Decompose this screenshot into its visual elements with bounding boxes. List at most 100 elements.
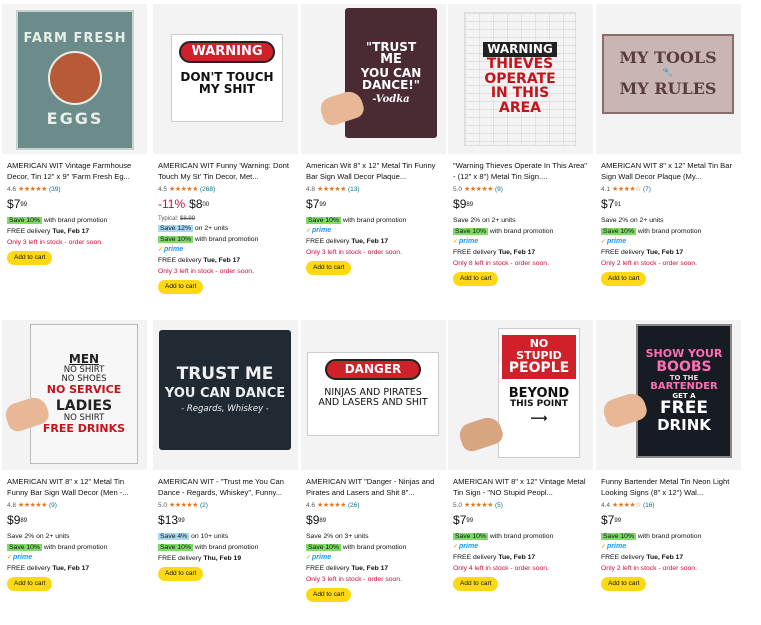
delivery-label: FREE delivery xyxy=(7,565,51,572)
product-image[interactable]: "TRUST ME YOU CAN DANCE!" -Vodka xyxy=(301,4,446,154)
price[interactable]: $1399 xyxy=(158,513,294,531)
price[interactable]: $989 xyxy=(306,513,442,531)
review-count[interactable]: (5) xyxy=(495,502,503,510)
sign-text: YOU CAN DANCE xyxy=(164,386,286,402)
rating-row[interactable]: 4.8 ★★★★★ (9) xyxy=(7,500,143,512)
product-image[interactable]: WARNING THIEVES OPERATE IN THIS AREA xyxy=(448,4,593,154)
product-image[interactable]: MY TOOLS 🔧 MY RULES xyxy=(596,4,741,154)
add-to-cart-button[interactable]: Add to cart xyxy=(158,280,204,294)
price[interactable]: $989 xyxy=(453,197,589,215)
product-card[interactable]: FARM FRESH EGGS AMERICAN WIT Vintage Far… xyxy=(0,4,147,314)
product-title[interactable]: AMERICAN WIT 8" x 12" Metal Tin Bar Sign… xyxy=(601,160,737,182)
product-title[interactable]: AMERICAN WIT 8" x 12" Metal Tin Funny Ba… xyxy=(7,476,143,498)
price-fraction: 89 xyxy=(466,202,474,208)
product-card[interactable]: NO STUPID PEOPLE BEYOND THIS POINT ⟶ AME… xyxy=(446,320,593,620)
sign-red-header: NO STUPID PEOPLE xyxy=(502,335,576,379)
review-count[interactable]: (9) xyxy=(495,186,503,194)
sign-text: MY TOOLS xyxy=(619,48,717,68)
add-to-cart-button[interactable]: Add to cart xyxy=(7,577,53,591)
promo-badge: Save 10% xyxy=(601,533,636,540)
sign-text: THIS POINT xyxy=(510,399,568,410)
rating-row[interactable]: 4.8 ★★★★★ (13) xyxy=(306,184,442,196)
product-card[interactable]: TRUST ME YOU CAN DANCE - Regards, Whiske… xyxy=(151,320,298,620)
product-title[interactable]: AMERICAN WIT 8" x 12" Vintage Metal Tin … xyxy=(453,476,589,498)
delivery-label: FREE delivery xyxy=(7,228,51,235)
product-card[interactable]: MEN NO SHIRT NO SHOES NO SERVICE LADIES … xyxy=(0,320,147,620)
product-card[interactable]: MY TOOLS 🔧 MY RULES AMERICAN WIT 8" x 12… xyxy=(594,4,741,314)
product-image[interactable]: NO STUPID PEOPLE BEYOND THIS POINT ⟶ xyxy=(448,320,593,470)
delivery-date: Tue, Feb 17 xyxy=(351,238,389,245)
price[interactable]: $799 xyxy=(453,513,589,531)
stock-status: Only 4 left in stock - order soon. xyxy=(453,565,549,572)
review-count[interactable]: (13) xyxy=(348,186,360,194)
sign-thieves: WARNING THIEVES OPERATE IN THIS AREA xyxy=(464,12,576,146)
review-count[interactable]: (26) xyxy=(348,502,360,510)
rating-row[interactable]: 5.0 ★★★★★ (5) xyxy=(453,500,589,512)
promo-text: Save 2% xyxy=(7,533,35,540)
product-card[interactable]: SHOW YOUR BOOBS TO THE BARTENDER GET A F… xyxy=(594,320,741,620)
review-count[interactable]: (268) xyxy=(200,186,215,194)
review-count[interactable]: (39) xyxy=(49,186,61,194)
rating-row[interactable]: 4.6 ★★★★★ (26) xyxy=(306,500,442,512)
sign-trust-me-vodka: "TRUST ME YOU CAN DANCE!" -Vodka xyxy=(345,8,437,138)
add-to-cart-button[interactable]: Add to cart xyxy=(601,272,647,286)
price-fraction: 99 xyxy=(20,202,28,208)
add-to-cart-button[interactable]: Add to cart xyxy=(453,272,499,286)
review-count[interactable]: (9) xyxy=(49,502,57,510)
review-count[interactable]: (16) xyxy=(643,502,655,510)
sign-text: PEOPLE xyxy=(508,360,570,377)
add-to-cart-button[interactable]: Add to cart xyxy=(306,261,352,275)
price[interactable]: -11% $800 xyxy=(158,197,294,215)
rating-row[interactable]: 4.1 ★★★★☆ (7) xyxy=(601,184,737,196)
product-title[interactable]: AMERICAN WIT Vintage Farmhouse Decor, Ti… xyxy=(7,160,143,182)
rating-row[interactable]: 4.6 ★★★★★ (39) xyxy=(7,184,143,196)
product-image[interactable]: FARM FRESH EGGS xyxy=(2,4,147,154)
stock-status: Only 2 left in stock - order soon. xyxy=(601,565,697,572)
product-image[interactable]: SHOW YOUR BOOBS TO THE BARTENDER GET A F… xyxy=(596,320,741,470)
rating-row[interactable]: 4.4 ★★★★☆ (16) xyxy=(601,500,737,512)
review-count[interactable]: (2) xyxy=(200,502,208,510)
product-image[interactable]: DANGER NINJAS AND PIRATES AND LASERS AND… xyxy=(301,320,446,470)
product-image[interactable]: TRUST ME YOU CAN DANCE - Regards, Whiske… xyxy=(153,320,298,470)
price[interactable]: $799 xyxy=(7,197,143,215)
sign-text: TRUST ME xyxy=(176,364,274,385)
product-title[interactable]: AMERICAN WIT - "Trust me You Can Dance -… xyxy=(158,476,294,498)
product-image[interactable]: MEN NO SHIRT NO SHOES NO SERVICE LADIES … xyxy=(2,320,147,470)
sign-text: BOOBS xyxy=(656,359,712,376)
rating-row[interactable]: 5.0 ★★★★★ (9) xyxy=(453,184,589,196)
product-title[interactable]: AMERICAN WIT Funny 'Warning: Dont Touch … xyxy=(158,160,294,182)
product-card[interactable]: WARNING DON'T TOUCH MY SHIT AMERICAN WIT… xyxy=(151,4,298,314)
price-fraction: 89 xyxy=(20,518,28,524)
price[interactable]: $989 xyxy=(7,513,143,531)
stars-icon: ★★★★★ xyxy=(18,185,47,193)
product-title[interactable]: Funny Bartender Metal Tin Neon Light Loo… xyxy=(601,476,737,498)
product-title[interactable]: "Warning Thieves Operate In This Area" -… xyxy=(453,160,589,182)
promo-badge: Save 10% xyxy=(158,236,193,243)
sign-text: EGGS xyxy=(46,109,104,129)
add-to-cart-button[interactable]: Add to cart xyxy=(601,577,647,591)
prime-icon: prime xyxy=(601,237,737,247)
product-card[interactable]: WARNING THIEVES OPERATE IN THIS AREA "Wa… xyxy=(446,4,593,314)
review-count[interactable]: (7) xyxy=(643,186,651,194)
rating-value: 4.6 xyxy=(306,501,316,509)
price[interactable]: $799 xyxy=(601,513,737,531)
add-to-cart-button[interactable]: Add to cart xyxy=(453,577,499,591)
price[interactable]: $799 xyxy=(306,197,442,215)
product-title[interactable]: American Wit 8" x 12" Metal Tin Funny Ba… xyxy=(306,160,442,182)
rating-row[interactable]: 5.0 ★★★★★ (2) xyxy=(158,500,294,512)
add-to-cart-button[interactable]: Add to cart xyxy=(158,567,204,581)
rating-row[interactable]: 4.5 ★★★★★ (268) xyxy=(158,184,294,196)
delivery-date: Tue, Feb 17 xyxy=(498,249,536,256)
stars-icon: ★★★★★ xyxy=(317,501,346,509)
sign-text: THIEVES xyxy=(486,55,554,72)
product-card[interactable]: DANGER NINJAS AND PIRATES AND LASERS AND… xyxy=(299,320,446,620)
rating-value: 4.6 xyxy=(7,185,17,193)
product-image[interactable]: WARNING DON'T TOUCH MY SHIT xyxy=(153,4,298,154)
product-title[interactable]: AMERICAN WIT "Danger - Ninjas and Pirate… xyxy=(306,476,442,498)
add-to-cart-button[interactable]: Add to cart xyxy=(7,251,53,265)
promo-badge: Save 10% xyxy=(7,217,42,224)
price[interactable]: $791 xyxy=(601,197,737,215)
product-card[interactable]: "TRUST ME YOU CAN DANCE!" -Vodka America… xyxy=(299,4,446,314)
stars-icon: ★★★★☆ xyxy=(612,501,641,509)
add-to-cart-button[interactable]: Add to cart xyxy=(306,588,352,602)
